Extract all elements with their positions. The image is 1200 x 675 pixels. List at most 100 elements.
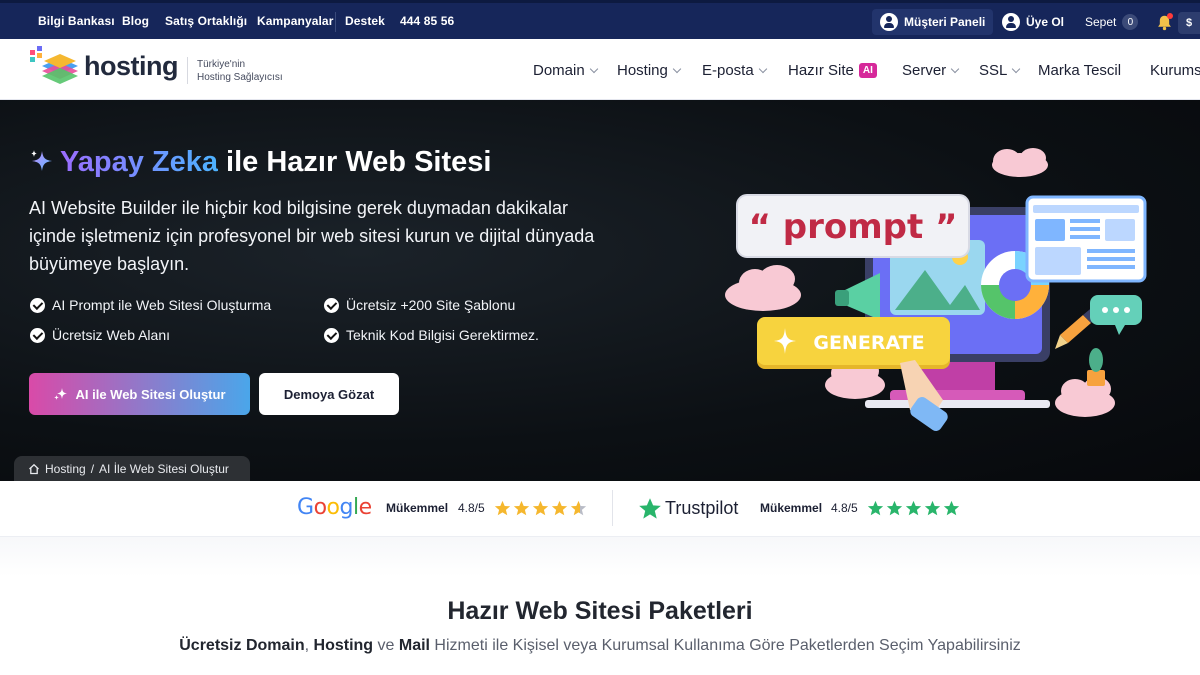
star-icon xyxy=(867,500,884,516)
brand-tagline-line1: Türkiye'nin xyxy=(197,59,246,70)
nav-item-ssl[interactable]: SSL xyxy=(979,60,1021,80)
feature-label: AI Prompt ile Web Sitesi Oluşturma xyxy=(52,297,272,313)
trustpilot-rating-score: 4.8/5 xyxy=(831,501,858,515)
nav-item-label: Server xyxy=(902,61,947,79)
notification-dot xyxy=(1167,13,1173,19)
brand-name[interactable]: hosting xyxy=(84,51,178,82)
trustpilot-rating-label: Mükemmel xyxy=(760,501,823,515)
star-icon xyxy=(905,500,922,516)
star-icon xyxy=(886,500,903,516)
chevron-down-icon xyxy=(589,64,598,73)
signup-button[interactable]: Üye Ol xyxy=(994,9,1072,35)
chevron-down-icon xyxy=(758,64,767,73)
illustration-prompt-text: “ prompt ” xyxy=(749,207,958,247)
trustpilot-stars xyxy=(867,500,960,517)
topbar-link-support[interactable]: Destek xyxy=(345,3,385,39)
star-icon xyxy=(924,500,941,516)
brand-logo-icon[interactable] xyxy=(30,46,80,86)
breadcrumb-current: AI İle Web Sitesi Oluştur xyxy=(99,461,229,476)
star-icon xyxy=(513,500,530,516)
check-circle-icon xyxy=(324,327,339,343)
hero-title: Yapay Zeka ile Hazır Web Sitesi xyxy=(28,146,491,179)
topbar-divider xyxy=(335,12,336,32)
feature-item: Ücretsiz Web Alanı xyxy=(30,325,170,345)
nav-item-label: Hazır Site xyxy=(788,61,854,79)
trustpilot-logo[interactable]: Trustpilot xyxy=(665,498,738,519)
topbar-link-blog[interactable]: Blog xyxy=(122,3,149,39)
subtitle-comma: , xyxy=(304,637,314,654)
nav-item-label: E-posta xyxy=(702,61,754,79)
google-rating-label: Mükemmel xyxy=(386,501,449,515)
hero-title-highlight: Yapay Zeka xyxy=(60,146,218,178)
currency-selector[interactable]: $ xyxy=(1178,12,1200,34)
feature-item: Teknik Kod Bilgisi Gerektirmez. xyxy=(324,325,539,345)
feature-item: Ücretsiz +200 Site Şablonu xyxy=(324,295,515,315)
subtitle-rest: Hizmeti ile Kişisel veya Kurumsal Kullan… xyxy=(429,637,1021,654)
illustration-generate-text: GENERATE xyxy=(813,332,924,354)
subtitle-mail: Mail xyxy=(398,637,430,654)
check-circle-icon xyxy=(30,297,45,313)
feature-item: AI Prompt ile Web Sitesi Oluşturma xyxy=(30,295,271,315)
feature-label: Ücretsiz +200 Site Şablonu xyxy=(346,297,516,313)
cart-count-badge: 0 xyxy=(1122,14,1139,30)
sparkle-icon xyxy=(31,150,52,171)
nav-item-ready-site[interactable]: Hazır Site AI xyxy=(788,60,877,80)
nav-item-label: SSL xyxy=(979,61,1008,79)
feature-label: Teknik Kod Bilgisi Gerektirmez. xyxy=(346,327,539,343)
topbar-link-campaigns[interactable]: Kampanyalar xyxy=(257,3,333,39)
nav-item-corporate[interactable]: Kurums xyxy=(1150,60,1200,80)
nav-item-domain[interactable]: Domain xyxy=(533,60,598,80)
google-rating-score: 4.8/5 xyxy=(458,501,485,515)
logo-divider xyxy=(187,57,188,84)
subtitle-domain: Ücretsiz Domain xyxy=(179,637,305,654)
google-stars xyxy=(494,500,587,517)
star-icon xyxy=(494,500,511,516)
main-navbar xyxy=(0,39,1200,100)
top-bar: Bilgi Bankası Blog Satış Ortaklığı Kampa… xyxy=(0,0,1200,39)
check-circle-icon xyxy=(30,327,45,343)
customer-panel-button[interactable]: Müşteri Paneli xyxy=(872,9,994,35)
breadcrumb-separator: / xyxy=(90,461,95,476)
nav-item-label: Marka Tescil xyxy=(1038,61,1122,79)
ratings-divider xyxy=(612,490,613,526)
ratings-bar xyxy=(0,481,1200,537)
star-icon xyxy=(943,500,960,516)
home-icon xyxy=(29,463,39,474)
packages-title: Hazır Web Sitesi Paketleri xyxy=(447,597,753,625)
hero-title-rest: ile Hazır Web Sitesi xyxy=(218,146,492,178)
check-circle-icon xyxy=(324,297,339,313)
ai-builder-illustration: “ prompt ” GENERATE xyxy=(725,148,1147,431)
chevron-down-icon xyxy=(950,64,960,73)
user-icon xyxy=(880,13,898,31)
topbar-link-knowledge-base[interactable]: Bilgi Bankası xyxy=(38,3,115,39)
breadcrumb-home[interactable]: Hosting xyxy=(45,462,86,476)
nav-item-label: Hosting xyxy=(617,61,668,79)
nav-item-label: Domain xyxy=(533,61,585,79)
nav-item-hosting[interactable]: Hosting xyxy=(617,60,682,80)
user-add-icon xyxy=(1002,13,1020,31)
trustpilot-star-icon xyxy=(639,498,661,519)
nav-item-server[interactable]: Server xyxy=(902,60,960,80)
nav-item-label: Kurums xyxy=(1150,61,1200,79)
sparkle-icon xyxy=(54,388,68,400)
feature-label: Ücretsiz Web Alanı xyxy=(52,327,171,343)
chevron-down-icon xyxy=(672,64,682,73)
subtitle-hosting: Hosting xyxy=(313,637,374,654)
create-ai-website-label: AI ile Web Sitesi Oluştur xyxy=(75,386,226,402)
view-demo-button[interactable]: Demoya Gözat xyxy=(259,373,399,415)
cart-label: Sepet xyxy=(1085,15,1117,29)
nav-item-email[interactable]: E-posta xyxy=(702,60,767,80)
create-ai-website-button[interactable]: AI ile Web Sitesi Oluştur xyxy=(29,373,250,415)
cart-button[interactable]: Sepet 0 xyxy=(1077,9,1146,35)
star-icon xyxy=(532,500,549,516)
star-half-icon xyxy=(570,500,587,516)
hero-description: AI Website Builder ile hiçbir kod bilgis… xyxy=(29,198,595,274)
packages-subtitle: Ücretsiz Domain, Hosting ve Mail Hizmeti… xyxy=(30,637,1170,655)
google-logo[interactable]: Google xyxy=(297,494,373,520)
ai-badge: AI xyxy=(858,62,877,78)
svg-text:Google: Google xyxy=(297,495,372,520)
chevron-down-icon xyxy=(1012,64,1021,73)
topbar-link-affiliate[interactable]: Satış Ortaklığı xyxy=(165,3,247,39)
topbar-phone[interactable]: 444 85 56 xyxy=(400,3,454,39)
nav-item-trademark[interactable]: Marka Tescil xyxy=(1038,60,1121,80)
